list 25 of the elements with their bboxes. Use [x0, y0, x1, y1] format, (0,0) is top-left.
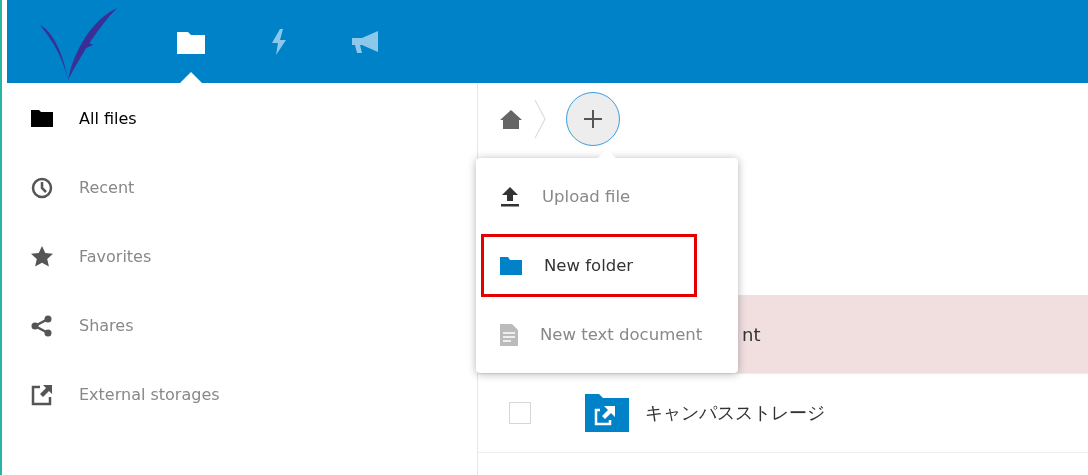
file-name: キャンパスストレージ: [645, 401, 825, 425]
folder-icon: [31, 110, 53, 127]
sidebar-item[interactable]: Recent: [7, 153, 477, 222]
checkbox[interactable]: [509, 402, 531, 424]
document-icon: [500, 323, 518, 346]
sidebar-item[interactable]: External storages: [7, 360, 477, 429]
star-icon: [31, 246, 53, 267]
add-button[interactable]: [566, 92, 620, 146]
lightning-icon: [271, 28, 287, 55]
share-icon: [31, 314, 53, 337]
menu-item[interactable]: Upload file: [478, 162, 736, 231]
home-icon[interactable]: [500, 109, 522, 129]
menu-item[interactable]: New text document: [478, 300, 736, 369]
sidebar-item[interactable]: Shares: [7, 291, 477, 360]
chevron-icon: [534, 99, 546, 139]
sidebar-item[interactable]: All files: [7, 84, 477, 153]
file-name: nt: [742, 323, 761, 345]
sidebar-item[interactable]: Favorites: [7, 222, 477, 291]
external-folder-icon: [585, 394, 629, 432]
external-link-icon: [31, 383, 53, 406]
upload-icon: [500, 186, 520, 207]
folder-icon: [500, 256, 522, 275]
folder-icon: [177, 29, 205, 54]
plus-icon: [584, 110, 602, 128]
clock-icon: [31, 176, 53, 199]
